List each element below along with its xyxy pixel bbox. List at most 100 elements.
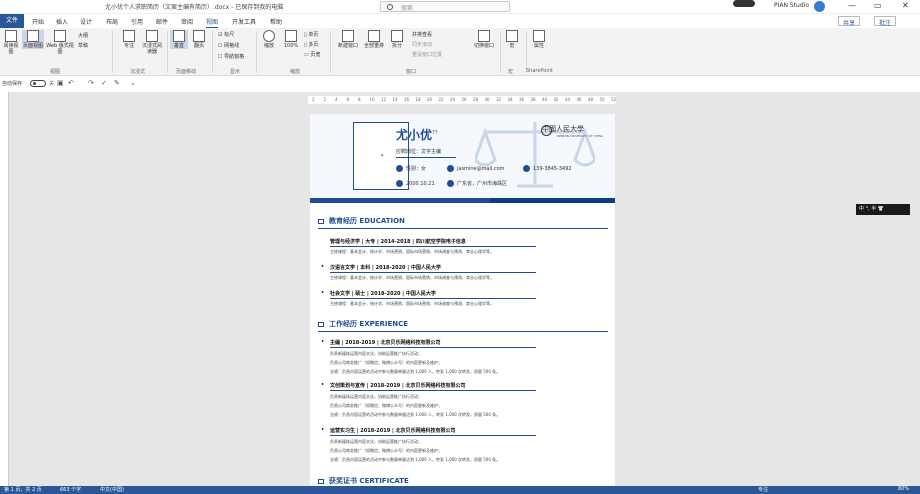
multiple-pages-button[interactable]: ▯ 多页 (304, 41, 318, 48)
close-icon[interactable]: ✕ (902, 1, 909, 10)
draft-button[interactable]: 草稿 (78, 42, 88, 49)
horizontal-ruler[interactable]: 2 2 4 6 8 10 12 14 16 18 20 22 24 26 28 30 32 34 36 38 40 42 4… (308, 96, 616, 104)
macros-button[interactable]: 宏 (504, 30, 520, 49)
certificate-icon (318, 478, 324, 484)
maximize-icon[interactable]: ▭ (874, 1, 882, 10)
print-layout-button[interactable]: 页面视图 (22, 30, 44, 49)
save-icon[interactable]: ▣ (57, 79, 64, 87)
tab-home[interactable]: 开始 (32, 17, 44, 26)
view-side-by-side-button[interactable]: 并排查看 (412, 31, 432, 38)
group-label-sharepoint: SharePoint (526, 68, 553, 74)
ruler-checkbox[interactable]: ☑ 标尺 (218, 31, 234, 38)
arrange-all-icon (368, 30, 380, 42)
section-education-title: 教育经历 EDUCATION (318, 216, 405, 226)
tab-mailings[interactable]: 邮件 (156, 17, 168, 26)
vertical-icon (173, 30, 185, 42)
spelling-icon[interactable]: ✓ (101, 79, 107, 87)
experience-entry-2: 文创策划与宣传 | 2018-2019 | 北京贝乐网络科技有限公司 (321, 382, 466, 389)
redo-icon[interactable]: ↷ (88, 79, 94, 87)
education-detail-1: 主修课程：基本会计、统计学、市场营销、国际市场营销、市场调查与预测、商业心理学等… (330, 249, 494, 254)
language[interactable]: 中文(中国) (100, 486, 124, 493)
experience-entry-1: 主编 | 2018-2019 | 北京贝乐网络科技有限公司 (321, 339, 440, 346)
ruler-tick: 2 (312, 97, 315, 102)
navigation-pane-checkbox[interactable]: ☐ 导航窗格 (218, 53, 244, 60)
arrange-all-button[interactable]: 全部重排 (362, 30, 386, 49)
comment-button[interactable]: 批注 (874, 16, 897, 27)
education-entry-2: 汉语言文学 | 本科 | 2018-2020 | 中国人民大学 (321, 264, 441, 271)
properties-icon (533, 30, 545, 42)
focus-button[interactable]: 专注 (120, 30, 138, 49)
university-logo: 中國人民大學 (542, 125, 584, 133)
search-box[interactable]: 搜索 (380, 1, 510, 12)
vertical-ruler[interactable] (0, 92, 9, 486)
group-label-window: 窗口 (406, 69, 417, 75)
focus-mode[interactable]: 专注 (758, 486, 768, 493)
immersive-reader-button[interactable]: 沉浸式阅读器 (140, 30, 164, 55)
ruler-tick: 52 (611, 97, 617, 102)
ruler-tick: 50 (599, 97, 605, 102)
customize-icon[interactable]: ⌄ (130, 79, 136, 87)
properties-button[interactable]: 属性 (530, 30, 548, 49)
page-count[interactable]: 第 1 页，共 2 页 (4, 486, 42, 493)
phone-info: 139-3845-3492 (523, 165, 572, 172)
tab-insert[interactable]: 插入 (56, 17, 68, 26)
autosave-toggle[interactable] (30, 80, 46, 87)
share-button[interactable]: 共享 (838, 16, 861, 27)
ruler-tick: 38 (530, 97, 536, 102)
minimize-icon[interactable]: — (848, 1, 856, 10)
tab-references[interactable]: 引用 (131, 17, 143, 26)
new-window-button[interactable]: 新建窗口 (336, 30, 360, 49)
one-page-button[interactable]: ▯ 单页 (304, 31, 318, 38)
experience-entry-3: 运营实习生 | 2018-2019 | 北京贝乐网络科技有限公司 (321, 427, 455, 434)
page-width-icon: ▭ (304, 52, 309, 58)
side-to-side-button[interactable]: 翻页 (190, 30, 208, 49)
briefcase-icon (318, 321, 324, 327)
undo-icon[interactable]: ↶ (68, 79, 74, 87)
tab-layout[interactable]: 布局 (106, 17, 118, 26)
switch-window-icon (478, 30, 490, 42)
zoom-button[interactable]: 缩放 (260, 30, 278, 49)
draw-icon[interactable]: ✎ (114, 79, 120, 87)
experience-detail: 负责新媒体运营内容文化，协助运营推广执行活动； (330, 439, 422, 444)
tab-developer[interactable]: 开发工具 (232, 17, 256, 26)
switch-window-button[interactable]: 切换窗口 (472, 30, 496, 49)
word-count[interactable]: 663 个字 (60, 486, 81, 493)
gridlines-checkbox[interactable]: ☐ 网格线 (218, 42, 239, 49)
tab-review[interactable]: 审阅 (181, 17, 193, 26)
split-button[interactable]: 拆分 (388, 30, 406, 49)
zoom-level[interactable]: 80% (898, 486, 909, 492)
page-width-button[interactable]: ▭ 页宽 (304, 51, 320, 58)
ruler-tick: 32 (496, 97, 502, 102)
section-certificate-title: 获奖证书 CERTIFICATE (318, 476, 409, 486)
user-name[interactable]: PIAN Studio (774, 2, 809, 9)
sync-scroll-button[interactable]: 同步滚动 (412, 41, 432, 48)
web-layout-button[interactable]: Web 版式视图 (46, 30, 74, 55)
checkbox-icon: ☐ (218, 43, 223, 49)
reset-window-button[interactable]: 重设窗口位置 (412, 51, 442, 58)
tab-design[interactable]: 设计 (80, 17, 92, 26)
name-underline (396, 157, 456, 158)
split-icon (391, 30, 403, 42)
ime-indicator[interactable]: 中 °, 半 👕 (856, 204, 910, 215)
outline-button[interactable]: 大纲 (78, 32, 88, 39)
ruler-tick: 28 (473, 97, 479, 102)
section-divider (318, 228, 608, 229)
experience-detail: 业绩：负责内容运营的活动中参与数量单量达到 1,000 人，转发 1,000 次… (330, 369, 501, 374)
group-label-zoom: 缩放 (290, 69, 301, 75)
vertical-button[interactable]: 垂直 (170, 30, 188, 49)
tab-file[interactable]: 文件 (0, 14, 24, 28)
zoom-100-button[interactable]: 100% (282, 30, 300, 49)
zoom-icon (263, 30, 275, 42)
multiple-pages-icon: ▯ (304, 42, 307, 48)
entry-underline (330, 272, 536, 273)
avatar[interactable] (814, 1, 825, 12)
ribbon: 阅读视图 页面视图 Web 版式视图 大纲 草稿 视图 专注 沉浸式阅读器 沉浸… (0, 28, 920, 76)
document-page[interactable]: ✦ 中國人民大學 RENMIN UNIVERSITY OF CHINA 尤小优?… (310, 114, 615, 494)
ruler-tick: 18 (415, 97, 421, 102)
group-label-macros: 宏 (508, 69, 514, 75)
group-separator (112, 31, 113, 73)
read-mode-button[interactable]: 阅读视图 (2, 30, 20, 55)
experience-detail: 负责新媒体运营内容文化，协助运营推广执行活动； (330, 394, 422, 399)
tab-help[interactable]: 帮助 (270, 17, 282, 26)
ribbon-toggle[interactable] (733, 0, 755, 7)
